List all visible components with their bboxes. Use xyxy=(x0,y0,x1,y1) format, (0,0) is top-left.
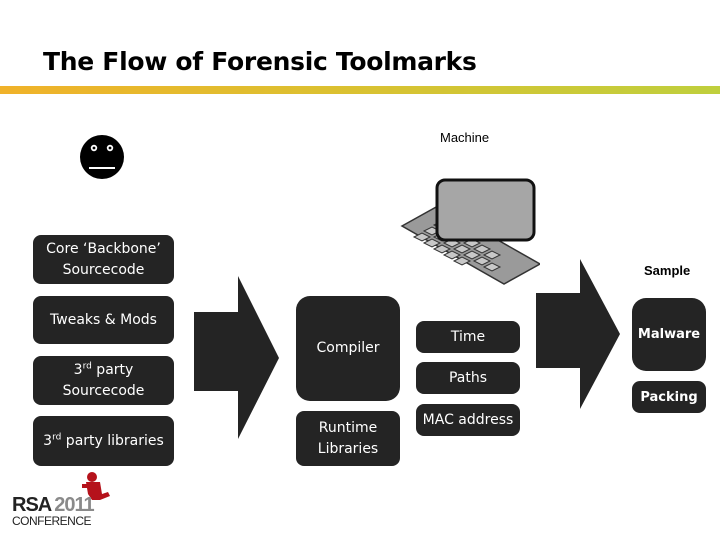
flow-arrow-1 xyxy=(194,276,279,439)
title-accent-bar xyxy=(0,86,720,94)
source-3rd-party-libraries: 3rd party libraries xyxy=(33,416,174,466)
machine-label: Machine xyxy=(440,130,490,145)
malware-box: Malware xyxy=(632,298,706,371)
rsa-conference-logo: RSA 2011 CONFERENCE xyxy=(12,470,122,530)
source-core-backbone: Core ‘Backbone’ Sourcecode xyxy=(33,235,174,284)
source-tweaks-mods: Tweaks & Mods xyxy=(33,296,174,344)
machine-attr-time: Time xyxy=(416,321,520,353)
packing-box: Packing xyxy=(632,381,706,413)
machine-attr-paths: Paths xyxy=(416,362,520,394)
sample-label: Sample xyxy=(644,263,691,278)
smiley-face-icon xyxy=(80,135,124,179)
source-3rd-party-sourcecode: 3rd party Sourcecode xyxy=(33,356,174,405)
slide-title: The Flow of Forensic Toolmarks xyxy=(43,47,477,76)
laptop-icon xyxy=(400,178,540,285)
machine-attr-mac-address: MAC address xyxy=(416,404,520,436)
runtime-libraries-box: Runtime Libraries xyxy=(296,411,400,466)
flow-arrow-2 xyxy=(536,259,620,409)
compiler-box: Compiler xyxy=(296,296,400,401)
